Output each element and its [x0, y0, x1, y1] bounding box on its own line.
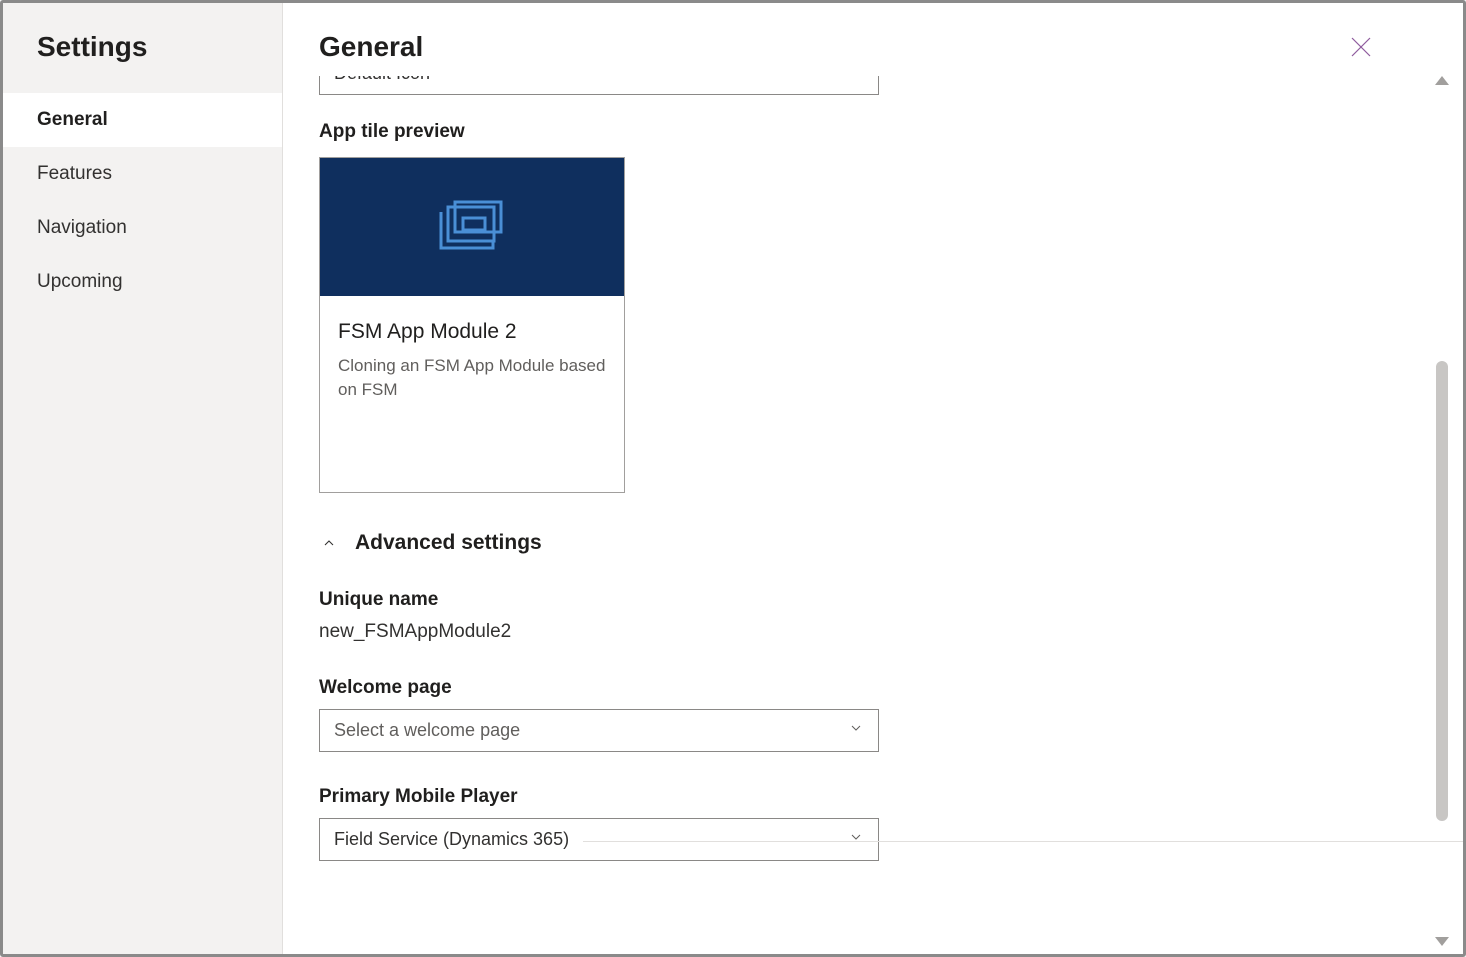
- app-tile-body: FSM App Module 2 Cloning an FSM App Modu…: [320, 296, 624, 492]
- welcome-page-placeholder: Select a welcome page: [334, 720, 520, 741]
- scroll-rail[interactable]: [1436, 91, 1448, 931]
- page-title: General: [319, 31, 423, 63]
- sidebar-item-features[interactable]: Features: [3, 147, 282, 201]
- tile-preview-label: App tile preview: [319, 121, 1387, 143]
- chevron-down-icon: [848, 829, 864, 850]
- chevron-up-icon: [319, 533, 339, 553]
- vertical-scrollbar[interactable]: [1431, 76, 1453, 946]
- primary-mobile-player-label: Primary Mobile Player: [319, 786, 1387, 808]
- sidebar-item-navigation[interactable]: Navigation: [3, 201, 282, 255]
- scroll-down-arrow-icon[interactable]: [1435, 937, 1449, 946]
- scroll-thumb[interactable]: [1436, 361, 1448, 821]
- sidebar-title: Settings: [3, 3, 282, 93]
- main-panel: General Default Icon: [283, 3, 1463, 954]
- footer-divider: [583, 841, 1463, 842]
- close-button[interactable]: [1345, 31, 1377, 66]
- advanced-settings-label: Advanced settings: [355, 531, 542, 555]
- welcome-page-dropdown[interactable]: Select a welcome page: [319, 709, 879, 752]
- app-tile-name: FSM App Module 2: [338, 320, 606, 344]
- main-content: Default Icon App tile preview: [283, 76, 1423, 954]
- advanced-settings-toggle[interactable]: Advanced settings: [319, 531, 1387, 555]
- app-tile-icon-area: [320, 158, 624, 296]
- chevron-down-icon: [848, 76, 864, 84]
- unique-name-value: new_FSMAppModule2: [319, 621, 1387, 643]
- stacked-frames-icon: [439, 200, 505, 255]
- settings-sidebar: Settings General Features Navigation Upc…: [3, 3, 283, 954]
- app-icon-dropdown[interactable]: Default Icon: [319, 76, 879, 95]
- app-icon-dropdown-value: Default Icon: [334, 76, 430, 84]
- unique-name-label: Unique name: [319, 589, 1387, 611]
- chevron-down-icon: [848, 720, 864, 741]
- sidebar-item-general[interactable]: General: [3, 93, 282, 147]
- close-icon: [1349, 47, 1373, 62]
- primary-mobile-player-dropdown[interactable]: Field Service (Dynamics 365): [319, 818, 879, 861]
- app-tile-preview: FSM App Module 2 Cloning an FSM App Modu…: [319, 157, 625, 493]
- welcome-page-label: Welcome page: [319, 677, 1387, 699]
- settings-dialog: Settings General Features Navigation Upc…: [0, 0, 1466, 957]
- sidebar-item-upcoming[interactable]: Upcoming: [3, 255, 282, 309]
- app-tile-description: Cloning an FSM App Module based on FSM: [338, 354, 606, 402]
- main-header: General: [283, 3, 1463, 76]
- primary-mobile-player-value: Field Service (Dynamics 365): [334, 829, 569, 850]
- scroll-up-arrow-icon[interactable]: [1435, 76, 1449, 85]
